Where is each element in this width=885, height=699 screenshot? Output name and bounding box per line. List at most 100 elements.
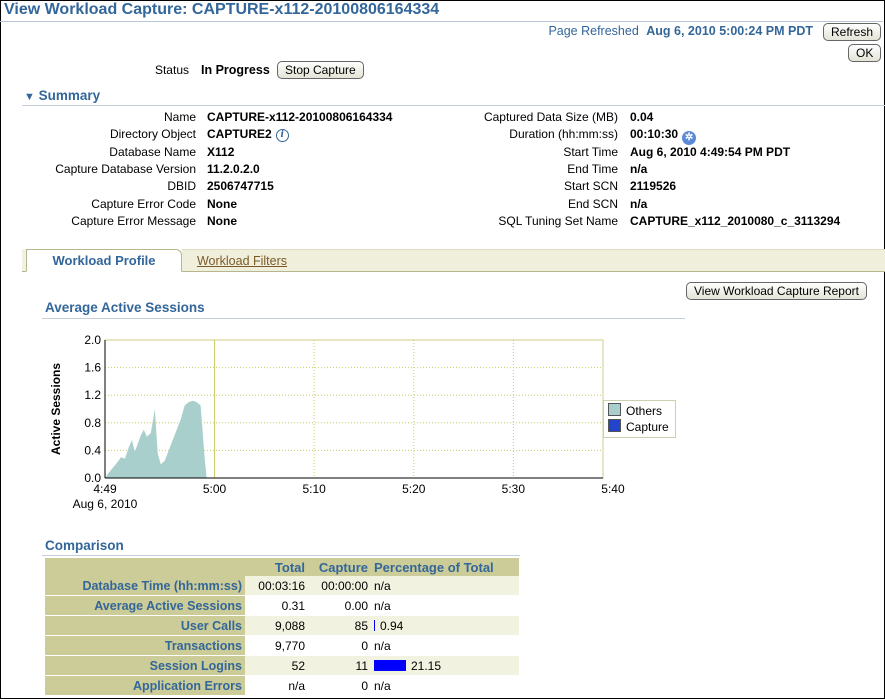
in-progress-spinner-icon: ✲ — [682, 131, 697, 146]
summary-field-value: n/a — [630, 162, 647, 176]
y-axis-label: Active Sessions — [49, 363, 63, 455]
percentage-cell: n/a — [371, 635, 519, 656]
percentage-text: 21.15 — [411, 658, 442, 673]
refresh-button[interactable]: Refresh — [823, 23, 882, 41]
table-row: Session Logins 52 11 21.15 — [45, 655, 519, 676]
chart-section-heading: Average Active Sessions — [45, 300, 205, 315]
comparison-col-blank — [45, 558, 245, 576]
summary-field-value-text: 2506747715 — [207, 179, 274, 194]
view-workload-capture-report-button[interactable]: View Workload Capture Report — [686, 282, 867, 300]
summary-field-value: X112 — [207, 145, 234, 159]
summary-field-value: 00:10:30 ✲ — [630, 127, 697, 146]
total-cell: n/a — [245, 675, 308, 696]
stop-capture-button[interactable]: Stop Capture — [277, 61, 364, 79]
x-tick-label: 5:40 — [601, 482, 625, 496]
summary-field-value: CAPTURE-x112-20100806164334 — [207, 110, 392, 124]
y-tick-label: 0.4 — [84, 443, 101, 457]
table-row: Application Errors n/a 0 n/a — [45, 675, 519, 696]
tab-workload-filters[interactable]: Workload Filters — [182, 249, 302, 271]
refreshed-label: Page Refreshed — [548, 24, 639, 38]
active-sessions-chart: 0.00.40.81.21.62.04:49 5:00 5:10 5:20 5:30 5:… — [49, 333, 625, 511]
capture-cell: 00:00:00 — [308, 576, 371, 596]
table-row: User Calls 9,088 85 0.94 — [45, 615, 519, 636]
y-tick-label: 1.6 — [84, 361, 101, 375]
legend-swatch-others — [608, 403, 621, 416]
capture-cell: 0 — [308, 635, 371, 656]
x-tick-label: 4:49 — [93, 482, 117, 496]
summary-field-value-text: None — [207, 196, 237, 211]
summary-heading: Summary — [38, 88, 101, 103]
comparison-table: Total Capture Percentage of Total Databa… — [45, 558, 519, 696]
legend-label-others: Others — [626, 404, 663, 418]
percentage-cell: n/a — [371, 675, 519, 696]
row-header: Database Time (hh:mm:ss) — [45, 576, 245, 596]
summary-field-value: None — [207, 214, 237, 228]
summary-field-label: End SCN — [567, 196, 618, 211]
refreshed-value: Aug 6, 2010 5:00:24 PM PDT — [646, 24, 813, 38]
comparison-divider — [42, 555, 520, 556]
summary-field-value: CAPTURE2 i — [207, 127, 289, 143]
summary-field-value-text: 00:10:30 — [630, 127, 679, 142]
percentage-text: n/a — [374, 598, 391, 613]
comparison-col-capture: Capture — [308, 558, 371, 576]
summary-field-value: 2119526 — [630, 179, 676, 193]
percentage-text: n/a — [374, 638, 391, 653]
chart-legend: Others Capture — [603, 400, 676, 438]
chart-section-divider — [42, 318, 685, 319]
capture-cell: 85 — [308, 615, 371, 636]
summary-field-label: Duration (hh:mm:ss) — [509, 127, 618, 142]
summary-field-label: DBID — [167, 179, 196, 194]
table-row: Average Active Sessions 0.31 0.00 n/a — [45, 595, 519, 616]
collapse-triangle-icon: ▼ — [24, 91, 35, 103]
summary-field-value: None — [207, 197, 237, 211]
percentage-cell: n/a — [371, 576, 519, 596]
x-tick-label: 5:00 — [203, 482, 227, 496]
row-header: User Calls — [45, 615, 245, 636]
legend-label-capture: Capture — [626, 420, 669, 434]
total-cell: 9,088 — [245, 615, 308, 636]
percentage-cell: 21.15 — [371, 655, 519, 676]
info-icon[interactable]: i — [275, 129, 289, 143]
summary-field-value: n/a — [630, 197, 647, 211]
summary-field-value: CAPTURE_x112_2010080_c_3113294 — [630, 214, 840, 228]
ok-button[interactable]: OK — [848, 44, 882, 62]
page-refreshed-info: Page Refreshed Aug 6, 2010 5:00:24 PM PD… — [548, 24, 813, 38]
status-value: In Progress — [201, 63, 270, 77]
page-title: View Workload Capture: CAPTURE-x112-2010… — [4, 1, 440, 18]
summary-field-value: 11.2.0.2.0 — [207, 162, 260, 176]
summary-field-value-text: 2119526 — [630, 179, 677, 194]
summary-field-label: Capture Error Code — [91, 196, 196, 211]
summary-field-value-text: n/a — [630, 161, 648, 176]
comparison-header-row: Total Capture Percentage of Total — [45, 558, 519, 576]
table-row: Database Time (hh:mm:ss) 00:03:16 00:00:00… — [45, 576, 519, 596]
percentage-cell: 0.94 — [371, 615, 519, 636]
summary-field-value-text: CAPTURE2 — [207, 127, 272, 142]
tab-workload-profile[interactable]: Workload Profile — [26, 249, 182, 272]
capture-cell: 0.00 — [308, 595, 371, 616]
percentage-bar — [374, 659, 406, 671]
y-tick-label: 0.8 — [84, 416, 101, 430]
summary-field-value-text: CAPTURE-x112-20100806164334 — [207, 110, 393, 124]
summary-field-label: Start Time — [563, 144, 618, 159]
y-tick-label: 2.0 — [84, 333, 101, 347]
summary-field-label: Database Name — [109, 144, 196, 159]
summary-field-label: Name — [163, 110, 196, 124]
summary-field-value-text: 11.2.0.2.0 — [207, 161, 260, 176]
total-cell: 9,770 — [245, 635, 308, 656]
summary-field-value-text: 0.04 — [630, 110, 654, 124]
summary-field-label: Captured Data Size (MB) — [483, 110, 618, 124]
summary-section-toggle[interactable]: ▼ Summary — [24, 88, 100, 103]
legend-swatch-capture — [608, 419, 621, 432]
percentage-cell: n/a — [371, 595, 519, 616]
summary-field-label: Capture Error Message — [71, 213, 196, 228]
summary-field-value: 2506747715 — [207, 179, 274, 193]
tab-bar-fill — [302, 249, 885, 271]
x-tick-label: 5:20 — [402, 482, 426, 496]
summary-field-label: SQL Tuning Set Name — [498, 213, 618, 228]
row-header: Application Errors — [45, 675, 245, 696]
y-tick-label: 1.2 — [84, 388, 101, 402]
capture-cell: 11 — [308, 655, 371, 676]
summary-field-value: Aug 6, 2010 4:49:54 PM PDT — [630, 145, 790, 159]
x-tick-label: 5:30 — [502, 482, 526, 496]
summary-field-value-text: CAPTURE_x112_2010080_c_3113294 — [630, 213, 841, 228]
